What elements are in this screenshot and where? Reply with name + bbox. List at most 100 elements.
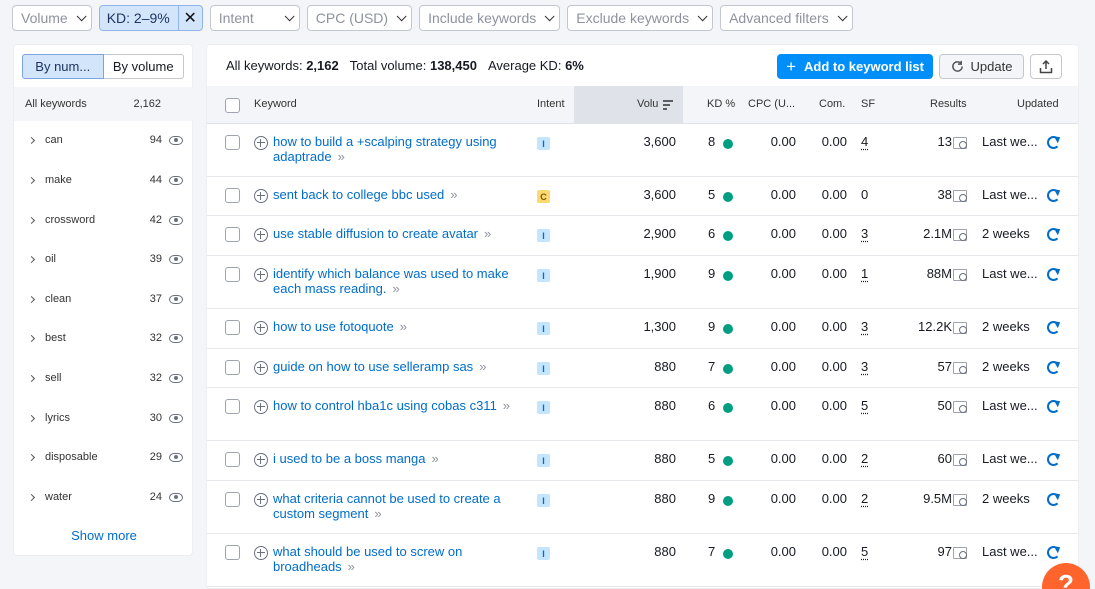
refresh-icon[interactable]: [1047, 493, 1060, 506]
serp-icon[interactable]: [953, 454, 967, 466]
refresh-icon[interactable]: [1047, 189, 1060, 202]
keyword-group-item[interactable]: clean 37: [14, 289, 194, 309]
keyword-group-item[interactable]: can 94: [14, 130, 194, 150]
add-keyword-icon[interactable]: [254, 453, 268, 467]
eye-icon[interactable]: [169, 452, 183, 462]
keyword-link[interactable]: what should be used to screw on broadhea…: [273, 544, 531, 574]
add-to-keyword-list-button[interactable]: + Add to keyword list: [777, 54, 933, 79]
refresh-icon[interactable]: [1047, 400, 1060, 413]
row-checkbox[interactable]: [225, 399, 240, 414]
close-icon[interactable]: ✕: [177, 6, 202, 30]
filter-advanced[interactable]: Advanced filters: [720, 5, 853, 31]
sf-value[interactable]: 3: [861, 319, 868, 334]
row-checkbox[interactable]: [225, 545, 240, 560]
keyword-group-item[interactable]: lyrics 30: [14, 408, 194, 428]
add-keyword-icon[interactable]: [254, 189, 268, 203]
double-chevron-icon[interactable]: »: [348, 559, 355, 574]
eye-icon[interactable]: [169, 492, 183, 502]
double-chevron-icon[interactable]: »: [392, 281, 399, 296]
double-chevron-icon[interactable]: »: [374, 506, 381, 521]
eye-icon[interactable]: [169, 215, 183, 225]
chevron-right-icon[interactable]: [27, 136, 36, 144]
row-checkbox[interactable]: [225, 227, 240, 242]
eye-icon[interactable]: [169, 294, 183, 304]
keyword-group-item[interactable]: water 24: [14, 487, 194, 507]
add-keyword-icon[interactable]: [254, 268, 268, 282]
serp-icon[interactable]: [953, 229, 967, 241]
eye-icon[interactable]: [169, 135, 183, 145]
row-checkbox[interactable]: [225, 360, 240, 375]
eye-icon[interactable]: [169, 333, 183, 343]
eye-icon[interactable]: [169, 413, 183, 423]
refresh-icon[interactable]: [1047, 321, 1060, 334]
keyword-link[interactable]: what criteria cannot be used to create a…: [273, 491, 531, 521]
serp-icon[interactable]: [953, 547, 967, 559]
keyword-link[interactable]: how to control hba1c using cobas c311 »: [273, 398, 531, 413]
keyword-link[interactable]: sent back to college bbc used »: [273, 187, 531, 202]
update-button[interactable]: Update: [939, 54, 1024, 79]
serp-icon[interactable]: [953, 269, 967, 281]
keyword-group-item[interactable]: best 32: [14, 328, 194, 348]
col-com[interactable]: Com.: [819, 98, 845, 110]
sf-value[interactable]: 5: [861, 544, 868, 559]
filter-kd[interactable]: KD: 2–9% ✕: [98, 5, 203, 31]
sf-value[interactable]: 4: [861, 134, 868, 149]
by-volume-toggle[interactable]: By volume: [103, 54, 184, 79]
chevron-right-icon[interactable]: [27, 493, 36, 501]
filter-include-keywords[interactable]: Include keywords: [419, 5, 561, 31]
sf-value[interactable]: 2: [861, 451, 868, 466]
sf-value[interactable]: 3: [861, 359, 868, 374]
keyword-group-item[interactable]: oil 39: [14, 249, 194, 269]
refresh-icon[interactable]: [1047, 546, 1060, 559]
chevron-right-icon[interactable]: [27, 334, 36, 342]
refresh-icon[interactable]: [1047, 268, 1060, 281]
serp-icon[interactable]: [953, 322, 967, 334]
col-cpc[interactable]: CPC (U...: [748, 98, 795, 110]
all-keywords-group[interactable]: All keywords 2,162: [14, 87, 194, 121]
export-button[interactable]: [1030, 54, 1062, 79]
col-volume[interactable]: Volu: [637, 98, 658, 110]
row-checkbox[interactable]: [225, 188, 240, 203]
row-checkbox[interactable]: [225, 135, 240, 150]
select-all-checkbox[interactable]: [225, 98, 240, 113]
add-keyword-icon[interactable]: [254, 400, 268, 414]
keyword-link[interactable]: identify which balance was used to make …: [273, 266, 531, 296]
sf-value[interactable]: 3: [861, 226, 868, 241]
keyword-link[interactable]: i used to be a boss manga »: [273, 451, 531, 466]
refresh-icon[interactable]: [1047, 453, 1060, 466]
col-intent[interactable]: Intent: [537, 98, 565, 110]
sf-value[interactable]: 1: [861, 266, 868, 281]
serp-icon[interactable]: [953, 494, 967, 506]
serp-icon[interactable]: [953, 190, 967, 202]
filter-cpc[interactable]: CPC (USD): [306, 5, 413, 31]
refresh-icon[interactable]: [1047, 136, 1060, 149]
eye-icon[interactable]: [169, 373, 183, 383]
add-keyword-icon[interactable]: [254, 361, 268, 375]
double-chevron-icon[interactable]: »: [450, 187, 457, 202]
col-results[interactable]: Results: [930, 98, 967, 110]
add-keyword-icon[interactable]: [254, 228, 268, 242]
double-chevron-icon[interactable]: »: [484, 226, 491, 241]
double-chevron-icon[interactable]: »: [479, 359, 486, 374]
add-keyword-icon[interactable]: [254, 321, 268, 335]
chevron-right-icon[interactable]: [27, 295, 36, 303]
by-number-toggle[interactable]: By num...: [22, 54, 104, 79]
eye-icon[interactable]: [169, 254, 183, 264]
col-updated[interactable]: Updated: [1017, 98, 1059, 110]
row-checkbox[interactable]: [225, 267, 240, 282]
col-keyword[interactable]: Keyword: [254, 98, 297, 110]
chevron-right-icon[interactable]: [27, 453, 36, 461]
filter-exclude-keywords[interactable]: Exclude keywords: [567, 5, 714, 31]
row-checkbox[interactable]: [225, 320, 240, 335]
keyword-link[interactable]: use stable diffusion to create avatar »: [273, 226, 531, 241]
keyword-link[interactable]: guide on how to use selleramp sas »: [273, 359, 531, 374]
chevron-right-icon[interactable]: [27, 255, 36, 263]
add-keyword-icon[interactable]: [254, 136, 268, 150]
serp-icon[interactable]: [953, 362, 967, 374]
refresh-icon[interactable]: [1047, 228, 1060, 241]
chevron-right-icon[interactable]: [27, 176, 36, 184]
show-more-link[interactable]: Show more: [14, 528, 194, 543]
sort-desc-icon[interactable]: [662, 100, 674, 110]
refresh-icon[interactable]: [1047, 361, 1060, 374]
double-chevron-icon[interactable]: »: [432, 451, 439, 466]
